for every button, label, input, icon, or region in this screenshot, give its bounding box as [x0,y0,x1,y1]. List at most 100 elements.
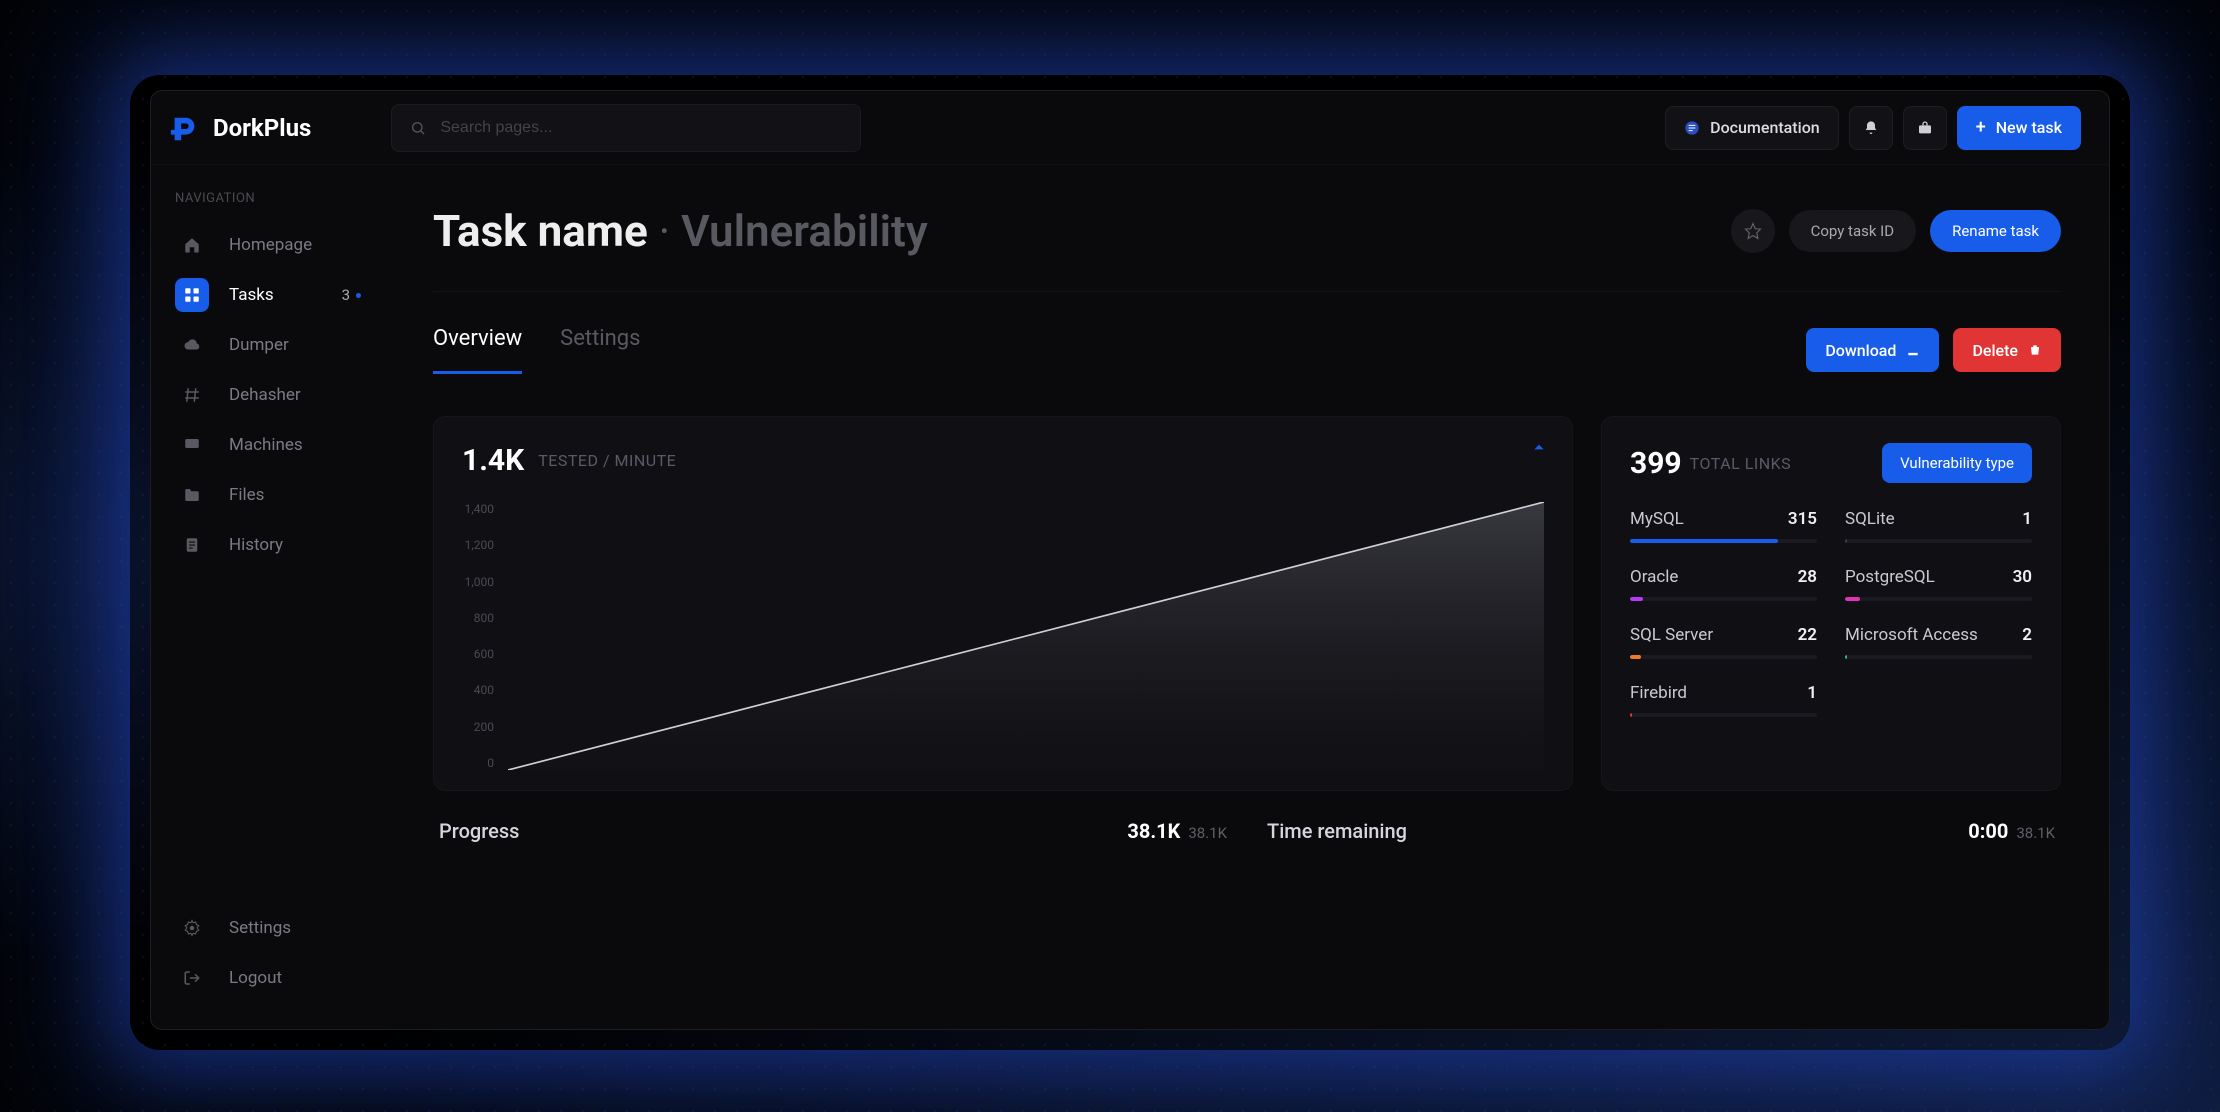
logout-icon [183,969,201,987]
search-icon [410,120,426,136]
delete-label: Delete [1972,341,2018,360]
link-count: 30 [2013,567,2032,587]
sidebar-item-label: Machines [229,435,303,455]
sidebar-item-history[interactable]: History [161,520,375,570]
task-subtitle: Vulnerability [681,205,928,257]
link-name: Microsoft Access [1845,625,1978,645]
link-name: Firebird [1630,683,1687,703]
search-bar[interactable] [391,104,861,152]
sidebar-item-dehasher[interactable]: Dehasher [161,370,375,420]
star-icon [1744,222,1762,240]
account-button[interactable] [1903,106,1947,150]
home-icon [183,236,201,254]
rename-task-button[interactable]: Rename task [1930,210,2061,252]
link-row: Oracle28 [1630,567,1817,601]
time-remaining-small: 38.1K [2016,824,2055,842]
time-remaining-value: 0:00 [1968,819,2008,843]
y-tick: 1,000 [462,575,494,589]
link-name: PostgreSQL [1845,567,1935,587]
sidebar-item-dumper[interactable]: Dumper [161,320,375,370]
y-tick: 200 [462,720,494,734]
tasks-badge: 3 [342,286,361,304]
link-count: 28 [1798,567,1817,587]
trash-icon [2028,343,2042,357]
chart-stat-label: TESTED / MINUTE [538,451,676,470]
progress-label: Progress [439,819,519,843]
hash-icon [183,386,201,404]
bell-icon [1863,120,1879,136]
chart-collapse-toggle[interactable] [1532,439,1546,458]
plus-icon: + [1976,119,1986,137]
download-label: Download [1825,341,1896,360]
link-bar [1845,655,2032,659]
link-bar [1630,655,1817,659]
link-row: SQL Server22 [1630,625,1817,659]
sidebar-item-settings[interactable]: Settings [161,903,375,953]
favorite-button[interactable] [1731,209,1775,253]
link-bar-fill [1845,539,1847,543]
link-bar [1630,597,1817,601]
link-bar-fill [1630,539,1778,543]
documentation-button[interactable]: Documentation [1665,106,1839,150]
grid-icon [183,286,201,304]
chart-y-axis: 1,4001,2001,0008006004002000 [462,502,508,770]
links-total: 399 [1630,446,1682,481]
monitor-icon [183,436,201,454]
link-count: 1 [1807,683,1817,703]
notifications-button[interactable] [1849,106,1893,150]
task-title: Task name [433,205,648,257]
y-tick: 400 [462,683,494,697]
progress-small: 38.1K [1188,824,1227,842]
sidebar-item-files[interactable]: Files [161,470,375,520]
link-bar-fill [1845,597,1860,601]
link-row: SQLite1 [1845,509,2032,543]
briefcase-icon [1917,120,1933,136]
copy-label: Copy task ID [1811,222,1895,240]
new-task-label: New task [1996,118,2062,137]
sidebar-item-machines[interactable]: Machines [161,420,375,470]
chart-plot [508,502,1544,770]
y-tick: 1,200 [462,538,494,552]
sidebar-item-tasks[interactable]: Tasks 3 [161,270,375,320]
link-bar [1630,539,1817,543]
sidebar-item-label: Dehasher [229,385,301,405]
delete-button[interactable]: Delete [1953,328,2061,372]
sidebar-item-homepage[interactable]: Homepage [161,220,375,270]
gear-icon [183,919,201,937]
document-icon [183,536,201,554]
tab-settings[interactable]: Settings [560,326,640,374]
sidebar-item-label: Files [229,485,264,505]
time-remaining-label: Time remaining [1267,819,1407,843]
copy-task-id-button[interactable]: Copy task ID [1789,210,1917,252]
link-count: 2 [2022,625,2032,645]
link-name: MySQL [1630,509,1684,529]
total-links-card: 399 TOTAL LINKS Vulnerability type MySQL… [1601,416,2061,791]
search-input[interactable] [440,119,842,137]
download-button[interactable]: Download [1806,328,1939,372]
vulnerability-type-button[interactable]: Vulnerability type [1882,443,2032,483]
nav-section-label: NAVIGATION [161,191,375,220]
logo-icon [169,113,199,143]
cloud-icon [183,336,201,354]
link-name: SQLite [1845,509,1895,529]
new-task-button[interactable]: + New task [1957,106,2081,150]
link-row: MySQL315 [1630,509,1817,543]
y-tick: 0 [462,756,494,770]
app-window: DorkPlus Documentation + New task [150,90,2110,1030]
download-icon [1906,343,1920,357]
sidebar-item-logout[interactable]: Logout [161,953,375,1003]
tabs-row: Overview Settings Download Delete [433,292,2061,374]
folder-icon [183,486,201,504]
link-name: SQL Server [1630,625,1713,645]
main-content: Task name · Vulnerability Copy task ID R… [385,165,2109,1029]
tab-overview[interactable]: Overview [433,326,522,374]
chevron-up-icon [1532,440,1546,454]
topbar: DorkPlus Documentation + New task [151,91,2109,165]
sidebar-item-label: History [229,535,283,555]
page-header: Task name · Vulnerability Copy task ID R… [433,165,2061,292]
rename-label: Rename task [1952,222,2039,240]
link-bar-fill [1630,655,1641,659]
sidebar-item-label: Homepage [229,235,312,255]
time-remaining-block: Time remaining 0:00 38.1K [1261,819,2061,843]
sidebar-item-label: Dumper [229,335,289,355]
